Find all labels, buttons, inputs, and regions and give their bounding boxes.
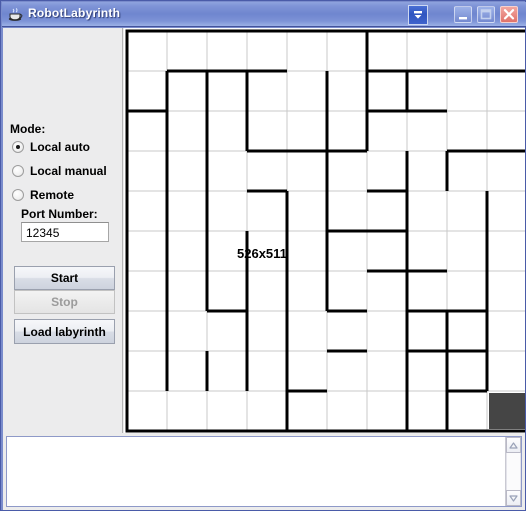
radio-label-local-auto: Local auto bbox=[30, 140, 91, 154]
control-panel: Mode: Local auto Local manual Remote Por… bbox=[3, 28, 123, 433]
scroll-down-arrow[interactable] bbox=[506, 490, 521, 506]
scroll-up-arrow[interactable] bbox=[506, 437, 521, 453]
radio-local-auto[interactable]: Local auto bbox=[12, 138, 90, 156]
log-panel bbox=[6, 436, 522, 507]
scrollbar-track[interactable] bbox=[506, 453, 521, 490]
radio-indicator-local-manual bbox=[12, 165, 24, 177]
content-area: Mode: Local auto Local manual Remote Por… bbox=[3, 28, 525, 510]
log-scrollbar[interactable] bbox=[505, 437, 521, 506]
mode-label: Mode: bbox=[10, 122, 46, 136]
radio-label-remote: Remote bbox=[30, 188, 75, 202]
labyrinth-view[interactable]: 526x511 bbox=[124, 28, 525, 433]
labyrinth-grid bbox=[125, 29, 525, 433]
window-title: RobotLabyrinth bbox=[28, 6, 121, 20]
radio-local-manual[interactable]: Local manual bbox=[12, 162, 107, 180]
application-window: RobotLabyrinth Mode: Local auto Local ma… bbox=[0, 0, 526, 511]
java-coffee-cup-icon bbox=[7, 6, 24, 23]
radio-remote[interactable]: Remote bbox=[12, 186, 74, 204]
shade-button[interactable] bbox=[408, 5, 428, 25]
load-labyrinth-button[interactable]: Load labyrinth bbox=[14, 319, 115, 344]
stop-button: Stop bbox=[14, 290, 115, 314]
port-number-label: Port Number: bbox=[21, 207, 98, 221]
start-button[interactable]: Start bbox=[14, 266, 115, 290]
title-bar: RobotLabyrinth bbox=[2, 2, 526, 27]
robot-marker bbox=[489, 393, 525, 429]
close-button[interactable] bbox=[500, 6, 518, 23]
radio-indicator-remote bbox=[12, 189, 24, 201]
radio-indicator-local-auto bbox=[12, 141, 24, 153]
size-overlay-text: 526x511 bbox=[237, 246, 287, 261]
minimize-button[interactable] bbox=[454, 6, 472, 23]
log-textarea[interactable] bbox=[7, 437, 505, 506]
port-number-input[interactable] bbox=[21, 222, 109, 242]
maximize-button[interactable] bbox=[477, 6, 495, 23]
radio-label-local-manual: Local manual bbox=[30, 164, 107, 178]
